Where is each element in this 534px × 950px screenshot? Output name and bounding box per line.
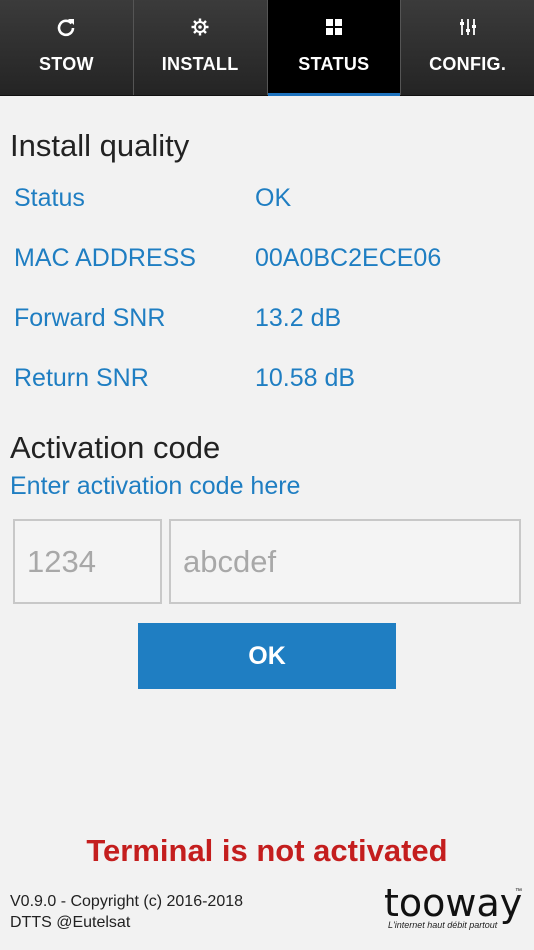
footer-company: DTTS @Eutelsat [10, 914, 131, 931]
return-snr-label: Return SNR [14, 364, 149, 392]
mac-address-label: MAC ADDRESS [14, 244, 196, 272]
tab-install[interactable]: INSTALL [133, 0, 268, 95]
status-label: Status [14, 184, 85, 212]
gear-icon [189, 16, 211, 38]
tab-config-label: CONFIG. [429, 54, 507, 74]
tab-bar: STOW INSTALL STATUS CONFIG. [0, 0, 534, 96]
tab-status-label: STATUS [298, 54, 370, 74]
tab-status[interactable]: STATUS [267, 0, 402, 96]
tooway-logo: tooway ™ L'internet haut débit partout [384, 884, 524, 936]
logo-wordmark: tooway [384, 881, 523, 925]
status-value: OK [255, 184, 292, 212]
activation-code-part1-input[interactable] [13, 519, 162, 604]
return-snr-value: 10.58 dB [255, 364, 356, 392]
activation-warning: Terminal is not activated [86, 833, 448, 868]
footer-copyright: V0.9.0 - Copyright (c) 2016-2018 DTTS @E… [10, 891, 243, 933]
tab-install-label: INSTALL [161, 54, 239, 74]
install-quality-title: Install quality [10, 128, 190, 163]
grid-icon [323, 16, 345, 38]
logo-trademark: ™ [515, 888, 522, 895]
refresh-icon [55, 16, 77, 38]
sliders-icon [457, 16, 479, 38]
mac-address-value: 00A0BC2ECE06 [255, 244, 442, 272]
footer-version: V0.9.0 - Copyright (c) 2016-2018 [10, 893, 244, 910]
tab-stow[interactable]: STOW [0, 0, 134, 95]
activation-hint: Enter activation code here [10, 472, 301, 500]
activation-code-title: Activation code [10, 430, 221, 465]
forward-snr-value: 13.2 dB [255, 304, 342, 332]
tab-config[interactable]: CONFIG. [401, 0, 534, 95]
activation-code-part2-input[interactable] [169, 519, 521, 604]
ok-button[interactable]: OK [138, 623, 396, 689]
tab-stow-label: STOW [38, 54, 94, 74]
forward-snr-label: Forward SNR [14, 304, 166, 332]
